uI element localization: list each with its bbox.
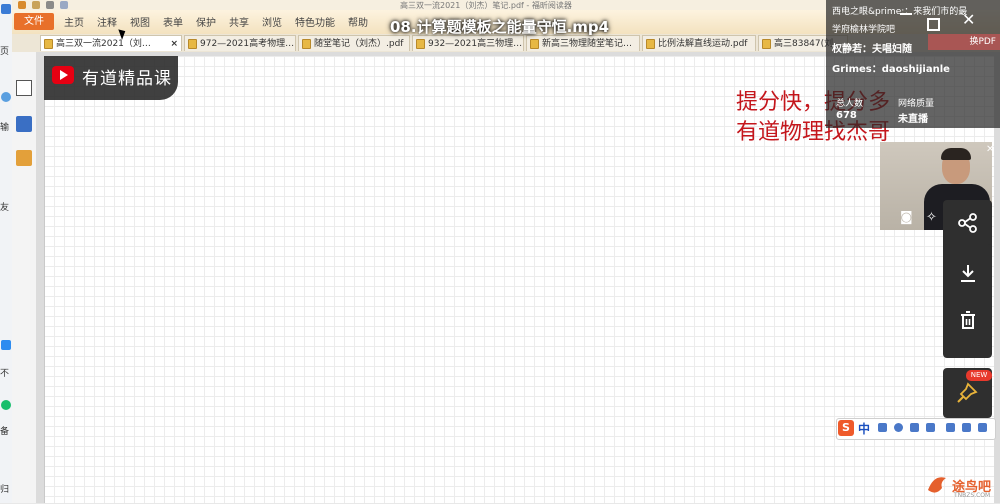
ime-mode-label[interactable]: 中 [858,420,870,437]
download-button[interactable] [943,250,992,295]
pdf-file-icon [762,39,771,49]
chat-message: 学府榆林学院吧 [832,25,896,35]
app-icon[interactable] [1,4,11,14]
doc-tab[interactable]: 932—2021高三物理… [412,35,524,51]
skin-icon[interactable] [946,423,955,432]
keyboard-icon[interactable] [926,423,935,432]
maximize-icon[interactable] [927,18,940,31]
teacher-hair [941,148,971,160]
doc-tab-label: 972—2021高考物理… [200,39,295,49]
pdf-file-icon [302,39,311,49]
menu-item-help[interactable]: 帮助 [348,14,368,29]
menu-item-home[interactable]: 主页 [64,14,84,29]
menu-grid-icon[interactable] [978,423,987,432]
strip-label: 页 [0,47,10,57]
save-icon[interactable] [18,1,26,9]
network-quality-label: 网络质量 [898,99,935,109]
sogou-ime-icon[interactable]: S [838,420,854,436]
open-icon[interactable] [32,1,40,9]
bird-logo-icon [928,477,946,493]
doc-tab-label: 新高三物理随堂笔记… [542,39,633,49]
download-icon [960,264,975,282]
close-icon[interactable]: ✕ [962,10,975,29]
menu-item-comment[interactable]: 注释 [97,14,117,29]
close-camera-icon[interactable]: ✕ [986,144,994,155]
strip-label: 归 [0,485,10,495]
minimize-icon[interactable] [900,13,912,15]
doc-tab[interactable]: 高三双一流2021（刘… × [40,35,182,51]
doc-tab-label: 比例法解直线运动.pdf [658,39,748,49]
app-icon[interactable] [1,340,11,350]
microphone-icon[interactable] [910,423,919,432]
pdf-file-icon [44,39,53,49]
toolbox-icon[interactable] [962,423,971,432]
strip-label: 不 [0,369,10,379]
doc-tab[interactable]: 随堂笔记（刘杰）.pdf [298,35,410,51]
camera-switch-icon[interactable]: ◙ [900,210,913,225]
comment-icon[interactable] [16,150,32,166]
total-viewers-label: 总人数 [836,99,864,109]
pin-icon [957,382,978,403]
doc-tab[interactable]: 972—2021高考物理… [184,35,296,51]
emoji-icon[interactable] [894,423,903,432]
logo-text: 有道精品课 [82,69,172,89]
menu-item-form[interactable]: 表单 [163,14,183,29]
pdf-file-icon [188,39,197,49]
doc-tab-label: 932—2021高三物理… [428,39,523,49]
chat-message: 权静若：夫唱妇随 [832,44,912,55]
live-status-value: 未直播 [898,114,928,125]
close-tab-icon[interactable]: × [170,36,178,51]
side-toolbar [12,52,37,503]
print-icon[interactable] [46,1,54,9]
chat-message: Grimes：daoshijianle [832,64,950,75]
undo-icon[interactable] [60,1,68,9]
magic-wand-icon[interactable]: ✧ [926,210,937,225]
menu-item-view[interactable]: 视图 [130,14,150,29]
app-icon[interactable] [1,92,11,102]
doc-tab-label: 随堂笔记（刘杰）.pdf [314,39,404,49]
pdf-file-icon [530,39,539,49]
strip-label: 输 [0,123,10,133]
menu-item-features[interactable]: 特色功能 [295,14,335,29]
page-edge [44,56,45,503]
chat-message: 西电之眼&prime;：来我们市的最 [832,7,968,17]
app-icon[interactable] [1,400,11,410]
pdf-file-icon [646,39,655,49]
file-menu-button[interactable]: 文件 [14,13,54,30]
new-badge: NEW [966,370,992,381]
strip-label: 备 [0,427,10,437]
total-viewers-value: 678 [836,110,857,121]
page-icon[interactable] [16,80,32,96]
punctuation-icon[interactable] [878,423,887,432]
doc-tab-label: 高三双一流2021（刘… [56,39,151,49]
pdf-badge[interactable]: 换PDF [928,34,1000,50]
menu-item-share[interactable]: 共享 [229,14,249,29]
video-title: 08.计算题模板之能量守恒.mp4 [390,18,610,36]
pages-icon[interactable] [16,116,32,132]
delete-button[interactable] [943,298,992,343]
trash-icon [960,310,975,329]
share-button[interactable] [943,200,992,245]
play-logo-icon [52,66,74,84]
menu-item-browse[interactable]: 浏览 [262,14,282,29]
pdf-file-icon [416,39,425,49]
menu-item-protect[interactable]: 保护 [196,14,216,29]
doc-tab[interactable]: 新高三物理随堂笔记… [526,35,640,51]
doc-tab[interactable]: 比例法解直线运动.pdf [642,35,756,51]
watermark-subtext: TNBZS.COM [954,492,991,499]
share-icon [957,212,977,233]
strip-label: 友 [0,203,10,213]
